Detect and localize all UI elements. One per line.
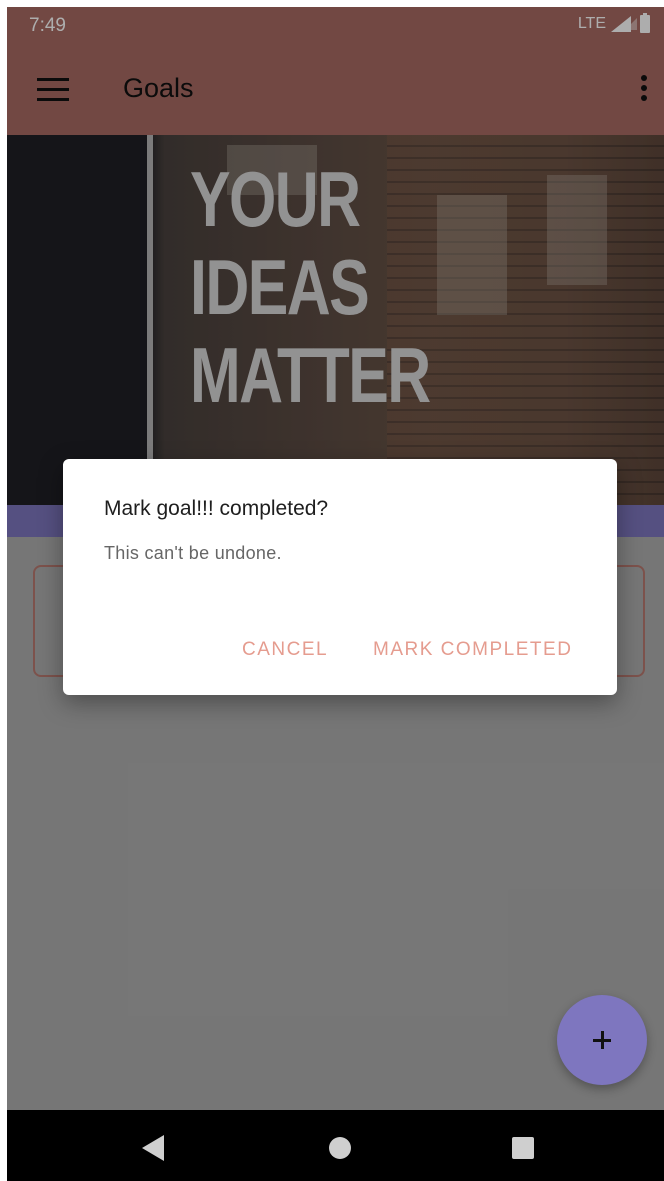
mark-completed-button[interactable]: MARK COMPLETED — [373, 639, 572, 661]
dialog-message: This can't be undone. — [104, 543, 282, 563]
confirm-dialog: Mark goal!!! completed? This can't be un… — [63, 459, 617, 695]
add-goal-button[interactable] — [557, 995, 647, 1085]
back-icon[interactable] — [142, 1135, 164, 1161]
plus-icon — [557, 995, 647, 1085]
recents-icon[interactable] — [512, 1137, 534, 1159]
home-icon[interactable] — [329, 1137, 351, 1159]
dialog-title: Mark goal!!! completed? — [104, 497, 329, 520]
cancel-button[interactable]: CANCEL — [242, 639, 328, 661]
screen: 7:49 LTE Goals YOUR IDEAS MATTER Mark go… — [7, 7, 664, 1181]
navigation-bar — [7, 1110, 664, 1181]
